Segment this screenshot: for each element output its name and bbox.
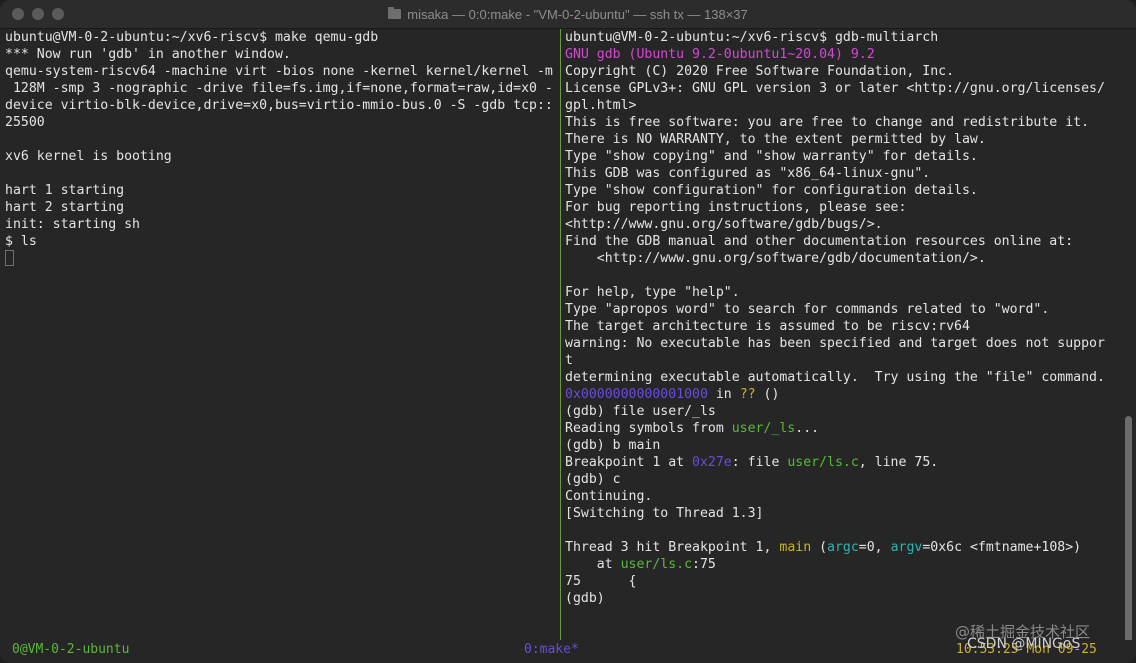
line-text: Thread 3 hit Breakpoint 1, <box>565 540 780 555</box>
line-text: Breakpoint 1 at <box>565 455 693 470</box>
terminal-line: Type "apropos word" to search for comman… <box>565 302 1050 317</box>
terminal-line: determining executable automatically. Tr… <box>565 370 1105 385</box>
terminal-line: (gdb) b main <box>565 438 661 453</box>
terminal-line: Continuing. <box>565 489 653 504</box>
terminal-line: 0x0000000000001000 in ?? () <box>565 386 1120 403</box>
line-text: =0, <box>858 540 891 555</box>
terminal-line: There is NO WARRANTY, to the extent perm… <box>565 132 986 147</box>
tmux-status-bar: 0@VM-0-2-ubuntu 0:make* 10:53:25 Mon 09-… <box>0 640 1136 663</box>
terminal-line: <http://www.gnu.org/software/gdb/documen… <box>565 251 986 266</box>
session-name: 0@VM-0-2-ubuntu <box>12 642 130 657</box>
terminal-line: For bug reporting instructions, please s… <box>565 200 907 215</box>
scrollbar-thumb[interactable] <box>1125 416 1132 646</box>
terminal-content[interactable]: ubuntu@VM-0-2-ubuntu:~/xv6-riscv$ make q… <box>0 29 1136 663</box>
argument-name-text: argv <box>890 540 923 555</box>
line-text: ( <box>811 540 828 555</box>
text-cursor <box>5 250 14 266</box>
terminal-line: <http://www.gnu.org/software/gdb/bugs/>. <box>565 217 883 232</box>
watermark-author: CSDN @MINGoS <box>967 636 1081 652</box>
terminal-line: $ ls <box>5 234 37 249</box>
terminal-line: qemu-system-riscv64 -machine virt -bios … <box>5 64 553 79</box>
terminal-window: misaka — 0:0:make - "VM-0-2-ubuntu" — ss… <box>0 0 1136 663</box>
line-text: in <box>707 387 740 402</box>
pane-divider[interactable] <box>560 29 561 649</box>
terminal-line: xv6 kernel is booting <box>5 149 172 164</box>
window-tab-make[interactable]: 0:make* <box>524 641 579 659</box>
file-path-text: user/_ls <box>731 421 796 436</box>
terminal-line: Breakpoint 1 at 0x27e: file user/ls.c, l… <box>565 454 1120 471</box>
terminal-line: *** Now run 'gdb' in another window. <box>5 47 291 62</box>
gdb-prompt-line[interactable]: (gdb) <box>565 590 1120 607</box>
terminal-line: Type "show configuration" for configurat… <box>565 183 978 198</box>
terminal-line: This is free software: you are free to c… <box>565 115 1090 130</box>
terminal-line: Thread 3 hit Breakpoint 1, main (argc=0,… <box>565 539 1120 556</box>
function-name-text: main <box>779 540 812 555</box>
terminal-line: Copyright (C) 2020 Free Software Foundat… <box>565 64 955 79</box>
line-text: ... <box>795 421 820 436</box>
unknown-function-text: ?? <box>739 387 756 402</box>
terminal-line: (gdb) c <box>565 472 621 487</box>
line-text: at <box>565 557 621 572</box>
file-path-text: user/ls.c <box>620 557 693 572</box>
line-text: :75 <box>692 557 716 572</box>
window-title: misaka — 0:0:make - "VM-0-2-ubuntu" — ss… <box>407 6 748 22</box>
file-path-text: user/ls.c <box>787 455 859 470</box>
left-pane-make[interactable]: ubuntu@VM-0-2-ubuntu:~/xv6-riscv$ make q… <box>5 29 558 267</box>
terminal-line: Type "show copying" and "show warranty" … <box>565 149 978 164</box>
terminal-line: 25500 <box>5 115 45 130</box>
right-pane-gdb[interactable]: ubuntu@VM-0-2-ubuntu:~/xv6-riscv$ gdb-mu… <box>565 29 1120 607</box>
terminal-line: ubuntu@VM-0-2-ubuntu:~/xv6-riscv$ make q… <box>5 30 379 45</box>
terminal-line: at user/ls.c:75 <box>565 556 1120 573</box>
terminal-line: The target architecture is assumed to be… <box>565 319 970 334</box>
gdb-banner-line: GNU gdb (Ubuntu 9.2-0ubuntu1~20.04) 9.2 <box>565 47 875 62</box>
line-text: : file <box>731 455 788 470</box>
terminal-line: ubuntu@VM-0-2-ubuntu:~/xv6-riscv$ gdb-mu… <box>565 30 939 45</box>
terminal-line: hart 2 starting <box>5 200 125 215</box>
terminal-line: This GDB was configured as "x86_64-linux… <box>565 166 931 181</box>
line-text: () <box>755 387 780 402</box>
terminal-line: 75 { <box>565 574 637 589</box>
terminal-line: gpl.html> <box>565 98 637 113</box>
terminal-line: hart 1 starting <box>5 183 125 198</box>
terminal-line: t <box>565 353 573 368</box>
terminal-line: init: starting sh <box>5 217 140 232</box>
terminal-line: Find the GDB manual and other documentat… <box>565 234 1074 249</box>
terminal-line: (gdb) file user/_ls <box>565 404 716 419</box>
line-text: =0x6c <fmtname+108>) <box>922 540 1082 555</box>
folder-icon <box>388 7 402 19</box>
cursor-line[interactable] <box>5 250 558 267</box>
terminal-line: [Switching to Thread 1.3] <box>565 506 764 521</box>
terminal-line: Reading symbols from user/_ls... <box>565 420 1120 437</box>
terminal-line: 128M -smp 3 -nographic -drive file=fs.im… <box>5 81 553 96</box>
terminal-line: warning: No executable has been specifie… <box>565 336 1105 351</box>
address-text: 0x27e <box>692 455 732 470</box>
terminal-line: device virtio-blk-device,drive=x0,bus=vi… <box>5 98 553 113</box>
window-title-area: misaka — 0:0:make - "VM-0-2-ubuntu" — ss… <box>0 0 1136 28</box>
argument-name-text: argc <box>827 540 859 555</box>
terminal-line: For help, type "help". <box>565 285 740 300</box>
line-text: , line 75. <box>858 455 939 470</box>
title-bar[interactable]: misaka — 0:0:make - "VM-0-2-ubuntu" — ss… <box>0 0 1136 29</box>
line-text: Reading symbols from <box>565 421 732 436</box>
terminal-line: License GPLv3+: GNU GPL version 3 or lat… <box>565 81 1105 96</box>
address-text: 0x0000000000001000 <box>565 387 708 402</box>
